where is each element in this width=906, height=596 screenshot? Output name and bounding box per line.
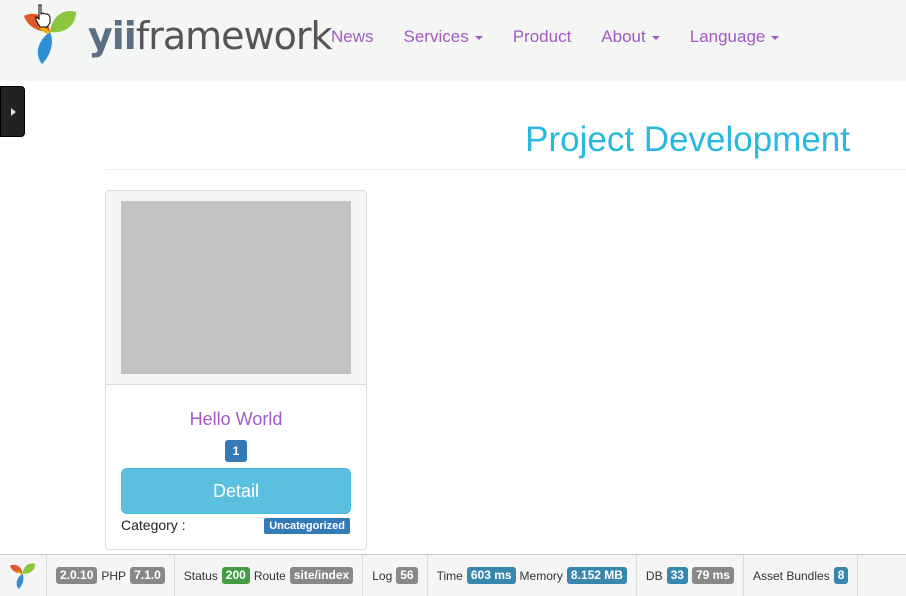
brand-logo[interactable]: yiiframework: [20, 4, 332, 68]
route-value-label: site/index: [289, 567, 354, 584]
status-text: Status: [183, 568, 218, 583]
brand-prefix: yii: [88, 14, 137, 58]
debug-request-block[interactable]: Status 200 Route site/index: [175, 555, 364, 596]
nav-product[interactable]: Product: [513, 27, 572, 47]
brand-suffix: framework: [135, 14, 333, 58]
main-nav: News Services Product About Language: [331, 27, 809, 47]
card-header: [106, 191, 366, 385]
debug-logo[interactable]: [0, 555, 47, 596]
title-divider: [105, 169, 906, 170]
category-label: Category :: [121, 517, 186, 533]
detail-button[interactable]: Detail: [121, 468, 351, 514]
nav-services[interactable]: Services: [404, 27, 483, 47]
db-queries-label: 33: [666, 567, 688, 584]
debug-db-block[interactable]: DB 33 79 ms: [637, 555, 744, 596]
asset-bundles-text: Asset Bundles: [752, 568, 830, 583]
time-text: Time: [436, 568, 463, 583]
caret-down-icon: [474, 36, 483, 40]
nav-language-label: Language: [689, 27, 766, 46]
category-badge[interactable]: Uncategorized: [264, 518, 350, 534]
project-thumbnail[interactable]: [121, 201, 351, 374]
chevron-right-icon: [11, 108, 16, 116]
project-card: Hello World 1 Detail Category : Uncatego…: [105, 190, 367, 550]
sidebar-toggle-button[interactable]: [0, 86, 25, 137]
caret-down-icon: [771, 36, 780, 40]
debug-config-block[interactable]: 2.0.10 PHP 7.1.0: [47, 555, 175, 596]
php-text: PHP: [101, 568, 127, 583]
count-badge: 1: [225, 440, 247, 462]
status-code-label: 200: [221, 567, 250, 584]
debug-profiling-block[interactable]: Time 603 ms Memory 8.152 MB: [428, 555, 637, 596]
memory-value-label: 8.152 MB: [566, 567, 627, 584]
log-count-label: 56: [396, 567, 418, 584]
hand-cursor-icon: [35, 4, 51, 28]
debug-toolbar: 2.0.10 PHP 7.1.0 Status 200 Route site/i…: [0, 554, 906, 596]
caret-down-icon: [651, 36, 660, 40]
asset-bundles-count-label: 8: [833, 567, 849, 584]
yii-version-label: 2.0.10: [56, 567, 98, 584]
debug-log-block[interactable]: Log 56: [363, 555, 428, 596]
nav-about[interactable]: About: [601, 27, 660, 47]
project-title-link[interactable]: Hello World: [106, 409, 366, 430]
debug-assets-block[interactable]: Asset Bundles 8: [744, 555, 859, 596]
nav-language[interactable]: Language: [690, 27, 780, 47]
log-text: Log: [372, 568, 393, 583]
yii-logo-icon: [9, 562, 36, 589]
route-text: Route: [253, 568, 286, 583]
nav-news-label: News: [331, 27, 374, 46]
nav-services-label: Services: [403, 27, 469, 46]
time-value-label: 603 ms: [466, 567, 516, 584]
brand-text: yiiframework: [88, 14, 333, 58]
navbar: yiiframework News Services Product About…: [0, 0, 906, 81]
nav-news[interactable]: News: [331, 27, 374, 47]
db-text: DB: [645, 568, 663, 583]
nav-about-label: About: [601, 27, 646, 46]
memory-text: Memory: [519, 568, 563, 583]
php-version-label: 7.1.0: [130, 567, 165, 584]
page-title: Project Development: [525, 120, 850, 159]
nav-product-label: Product: [512, 27, 572, 46]
db-time-label: 79 ms: [691, 567, 734, 584]
